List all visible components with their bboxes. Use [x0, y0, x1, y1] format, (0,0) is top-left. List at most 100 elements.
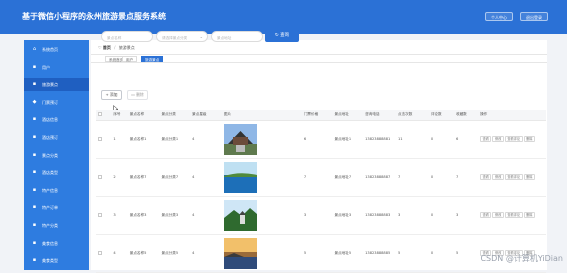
row-checkbox[interactable] — [98, 175, 102, 179]
tab-users[interactable]: 用户 — [122, 56, 137, 62]
scenic-icon: ▪ — [32, 82, 37, 87]
breadcrumb-current: 旅游景点 — [119, 45, 135, 50]
scenic-image — [224, 124, 257, 155]
delete-row-button[interactable]: 删除 — [524, 174, 535, 180]
name-filter-field[interactable] — [101, 31, 153, 42]
column-header: 点击次数 — [396, 110, 429, 120]
sidebar-item[interactable]: ▪用户 — [24, 61, 89, 74]
scenic-image — [224, 162, 257, 193]
row-select-cell[interactable] — [96, 120, 111, 158]
delete-row-button[interactable]: 删除 — [524, 136, 535, 142]
edit-button[interactable]: 修改 — [492, 136, 503, 142]
logout-button[interactable]: 退出登录 — [520, 12, 548, 21]
order-icon: ▪ — [32, 205, 37, 210]
user-center-button[interactable]: 个人中心 — [485, 12, 513, 21]
column-select-all[interactable] — [96, 110, 111, 120]
type-icon: ▪ — [32, 170, 37, 175]
sidebar-item[interactable]: ▪ 酒店预订 — [24, 131, 89, 144]
view-button[interactable]: 查看 — [480, 174, 491, 180]
sidebar-item-label: 酒店信息 — [42, 116, 58, 123]
delete-button-label: 删除 — [136, 92, 144, 97]
tab-scenic-spots[interactable]: 旅游景点 — [141, 56, 163, 62]
sidebar-item[interactable]: ▪ 酒店信息 — [24, 113, 89, 126]
row-checkbox[interactable] — [98, 137, 102, 141]
scenic-star: 4 — [190, 158, 222, 196]
scenic-address: 景点地址5 — [332, 234, 363, 272]
row-number: 4 — [111, 234, 127, 272]
view-button[interactable]: 查看 — [480, 212, 491, 218]
sidebar-item-label: 酒店预订 — [42, 134, 58, 141]
favorite-count: 6 — [454, 120, 478, 158]
column-header: 收藏数 — [454, 110, 478, 120]
breadcrumb: ♡ 首页 / 旅游景点 — [98, 45, 135, 51]
sidebar: ⌂系统首页▪用户▪旅游景点◆门票预订▪酒店信息▪酒店预订▪景点分类▪酒店类型▪特… — [24, 40, 89, 270]
edit-button[interactable]: 修改 — [492, 174, 503, 180]
view-button[interactable]: 查看 — [480, 136, 491, 142]
address-filter-field[interactable] — [211, 31, 263, 42]
tab-bar: 系统首页 用户 旅游景点 — [91, 54, 547, 63]
scenic-address: 景点地址3 — [332, 196, 363, 234]
column-header: 序号 — [111, 110, 127, 120]
edit-button[interactable]: 修改 — [492, 212, 503, 218]
sidebar-item[interactable]: ⌂系统首页 — [24, 43, 89, 56]
row-select-cell[interactable] — [96, 234, 111, 272]
sidebar-item[interactable]: ▪酒店类型 — [24, 166, 89, 179]
sidebar-item[interactable]: ▪美食信息 — [24, 237, 89, 250]
sidebar-item[interactable]: ▪特产分类 — [24, 219, 89, 232]
sidebar-item-label: 旅游景点 — [42, 81, 58, 88]
sidebar-item[interactable]: ▪景点分类 — [24, 149, 89, 162]
scenic-address-input[interactable] — [217, 35, 261, 40]
sidebar-item[interactable]: ▪美食类型 — [24, 254, 89, 267]
row-actions: 查看修改查看评论删除 — [478, 196, 546, 234]
trash-icon: ▭ — [131, 92, 135, 97]
sidebar-item[interactable]: ◆门票预订 — [24, 96, 89, 109]
sidebar-item[interactable]: ▪ 旅游景点 — [24, 78, 89, 91]
breadcrumb-separator: / — [114, 45, 115, 50]
sidebar-item-label: 美食信息 — [42, 240, 58, 247]
column-header: 评论数 — [429, 110, 454, 120]
scenic-image — [224, 238, 257, 269]
view-comments-button[interactable]: 查看评论 — [505, 174, 523, 180]
click-count: 3 — [396, 196, 429, 234]
booking-icon: ▪ — [32, 135, 37, 140]
heart-icon: ♡ — [98, 45, 102, 50]
ticket-price: 3 — [302, 196, 333, 234]
row-select-cell[interactable] — [96, 158, 111, 196]
favorite-count: 3 — [454, 196, 478, 234]
category-select[interactable]: ⌄ — [156, 31, 208, 42]
row-checkbox[interactable] — [98, 251, 102, 255]
scenic-name-input[interactable] — [107, 35, 151, 40]
scenic-star: 4 — [190, 234, 222, 272]
hotel-icon: ▪ — [32, 117, 37, 122]
food-type-icon: ▪ — [32, 258, 37, 263]
row-select-cell[interactable] — [96, 196, 111, 234]
view-comments-button[interactable]: 查看评论 — [505, 212, 523, 218]
click-count: 7 — [396, 158, 429, 196]
contact-phone: 13823888883 — [363, 196, 396, 234]
row-number: 3 — [111, 196, 127, 234]
scenic-category: 景点分类5 — [160, 234, 191, 272]
ticket-price: 7 — [302, 158, 333, 196]
sidebar-item-label: 景点分类 — [42, 152, 58, 159]
query-button[interactable]: ↻ 查询 — [265, 30, 299, 42]
scenic-spot-table: 序号 景点名称 景点分类 景点星级 图片 门票价格 景点地址 咨询电话 点击次数… — [96, 110, 546, 273]
scenic-star: 4 — [190, 120, 222, 158]
sidebar-item-label: 系统首页 — [42, 46, 58, 53]
scenic-star: 4 — [190, 196, 222, 234]
add-button[interactable]: + 添加 — [101, 90, 122, 100]
comment-count: 0 — [429, 196, 454, 234]
column-header: 咨询电话 — [363, 110, 396, 120]
sidebar-item[interactable]: ▪特产订单 — [24, 201, 89, 214]
top-bar: 基于微信小程序的永州旅游景点服务系统 个人中心 退出登录 — [0, 0, 567, 34]
view-comments-button[interactable]: 查看评论 — [505, 136, 523, 142]
delete-row-button[interactable]: 删除 — [524, 212, 535, 218]
sidebar-item-label: 特产信息 — [42, 187, 58, 194]
delete-button[interactable]: ▭ 删除 — [127, 90, 148, 100]
select-all-checkbox[interactable] — [98, 112, 102, 116]
ticket-price: 5 — [302, 234, 333, 272]
sidebar-item[interactable]: ▪特产信息 — [24, 184, 89, 197]
row-checkbox[interactable] — [98, 213, 102, 217]
scenic-image-cell — [222, 196, 302, 234]
breadcrumb-home[interactable]: 首页 — [103, 45, 111, 50]
favorite-count: 7 — [454, 158, 478, 196]
